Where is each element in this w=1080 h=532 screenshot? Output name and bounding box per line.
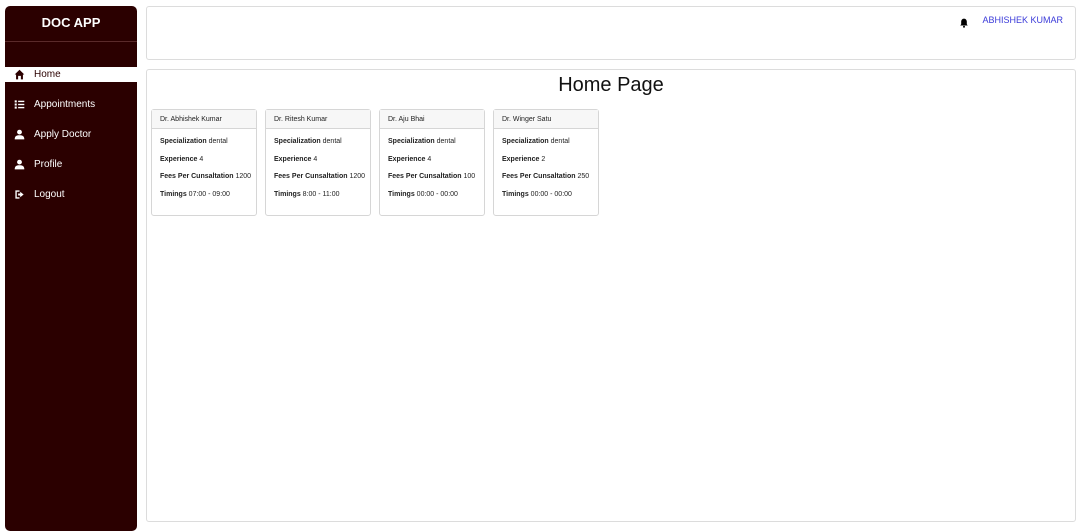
timings-value: 00:00 - 00:00	[416, 190, 458, 198]
sidebar-item-label: Logout	[34, 189, 65, 200]
sidebar-item-apply-doctor[interactable]: Apply Doctor	[5, 127, 137, 142]
user-name-link[interactable]: ABHISHEK KUMAR	[982, 15, 1063, 26]
doctor-cards: Dr. Abhishek Kumar Specialization dental…	[151, 109, 607, 216]
experience-value: 4	[427, 155, 432, 163]
timings-value: 07:00 - 09:00	[188, 190, 230, 198]
sidebar-item-profile[interactable]: Profile	[5, 157, 137, 172]
fees-label: Fees Per Cunsaltation	[502, 173, 576, 180]
home-icon	[13, 69, 25, 81]
doctor-name: Dr. Ritesh Kumar	[266, 110, 370, 129]
specialization-row: Specialization dental	[388, 137, 476, 146]
specialization-value: dental	[436, 138, 456, 145]
main-content: Home Page Dr. Abhishek Kumar Specializat…	[146, 69, 1076, 522]
list-icon	[13, 99, 25, 111]
timings-row: Timings 07:00 - 09:00	[160, 190, 248, 199]
timings-row: Timings 00:00 - 00:00	[388, 190, 476, 199]
doctor-name: Dr. Aju Bhai	[380, 110, 484, 129]
specialization-label: Specialization	[502, 138, 549, 145]
sidebar-item-label: Apply Doctor	[34, 129, 92, 140]
experience-value: 4	[199, 155, 204, 163]
fees-label: Fees Per Cunsaltation	[160, 173, 234, 180]
experience-row: Experience 4	[388, 155, 476, 164]
fees-label: Fees Per Cunsaltation	[274, 173, 348, 180]
user-icon	[13, 129, 25, 141]
experience-value: 4	[313, 155, 318, 163]
fees-value: 1200	[349, 173, 366, 180]
specialization-value: dental	[550, 138, 570, 145]
timings-row: Timings 8:00 - 11:00	[274, 190, 362, 199]
specialization-label: Specialization	[388, 138, 435, 145]
experience-label: Experience	[274, 155, 312, 163]
experience-label: Experience	[502, 155, 540, 163]
user-icon	[13, 159, 25, 171]
fees-row: Fees Per Cunsaltation 100	[388, 172, 476, 181]
timings-row: Timings 00:00 - 00:00	[502, 190, 590, 199]
doctor-name: Dr. Winger Satu	[494, 110, 598, 129]
experience-label: Experience	[160, 155, 198, 163]
fees-value: 100	[463, 173, 476, 180]
timings-label: Timings	[388, 190, 415, 198]
experience-row: Experience 2	[502, 155, 590, 164]
doctor-card[interactable]: Dr. Aju Bhai Specialization dental Exper…	[379, 109, 485, 216]
sidebar-menu: Home Appointments Apply Doctor Profile L…	[5, 67, 137, 202]
sidebar-item-logout[interactable]: Logout	[5, 187, 137, 202]
experience-label: Experience	[388, 155, 426, 163]
sidebar-item-home[interactable]: Home	[5, 67, 137, 82]
bell-icon[interactable]	[959, 15, 969, 28]
top-header: ABHISHEK KUMAR	[146, 6, 1076, 60]
fees-row: Fees Per Cunsaltation 1200	[274, 172, 366, 181]
doctor-card[interactable]: Dr. Winger Satu Specialization dental Ex…	[493, 109, 599, 216]
fees-label: Fees Per Cunsaltation	[388, 173, 462, 180]
fees-row: Fees Per Cunsaltation 1200	[160, 172, 252, 181]
fees-value: 250	[577, 173, 590, 180]
fees-row: Fees Per Cunsaltation 250	[502, 172, 590, 181]
specialization-value: dental	[208, 138, 228, 145]
sidebar-item-appointments[interactable]: Appointments	[5, 97, 137, 112]
fees-value: 1200	[235, 173, 252, 180]
timings-label: Timings	[160, 190, 187, 198]
experience-value: 2	[541, 155, 546, 163]
doctor-card[interactable]: Dr. Ritesh Kumar Specialization dental E…	[265, 109, 371, 216]
sidebar: DOC APP Home Appointments Apply Doctor P…	[5, 6, 137, 531]
timings-label: Timings	[274, 190, 301, 198]
specialization-row: Specialization dental	[160, 137, 248, 146]
specialization-label: Specialization	[274, 138, 321, 145]
sidebar-item-label: Home	[34, 69, 61, 80]
timings-label: Timings	[502, 190, 529, 198]
timings-value: 8:00 - 11:00	[302, 190, 340, 198]
specialization-value: dental	[322, 138, 342, 145]
logout-icon	[13, 189, 25, 201]
specialization-label: Specialization	[160, 138, 207, 145]
timings-value: 00:00 - 00:00	[530, 190, 572, 198]
sidebar-item-label: Appointments	[34, 99, 96, 110]
app-logo: DOC APP	[5, 6, 137, 42]
specialization-row: Specialization dental	[274, 137, 362, 146]
page-title: Home Page	[558, 74, 664, 96]
specialization-row: Specialization dental	[502, 137, 590, 146]
experience-row: Experience 4	[274, 155, 362, 164]
doctor-card[interactable]: Dr. Abhishek Kumar Specialization dental…	[151, 109, 257, 216]
sidebar-item-label: Profile	[34, 159, 63, 170]
experience-row: Experience 4	[160, 155, 248, 164]
doctor-name: Dr. Abhishek Kumar	[152, 110, 256, 129]
